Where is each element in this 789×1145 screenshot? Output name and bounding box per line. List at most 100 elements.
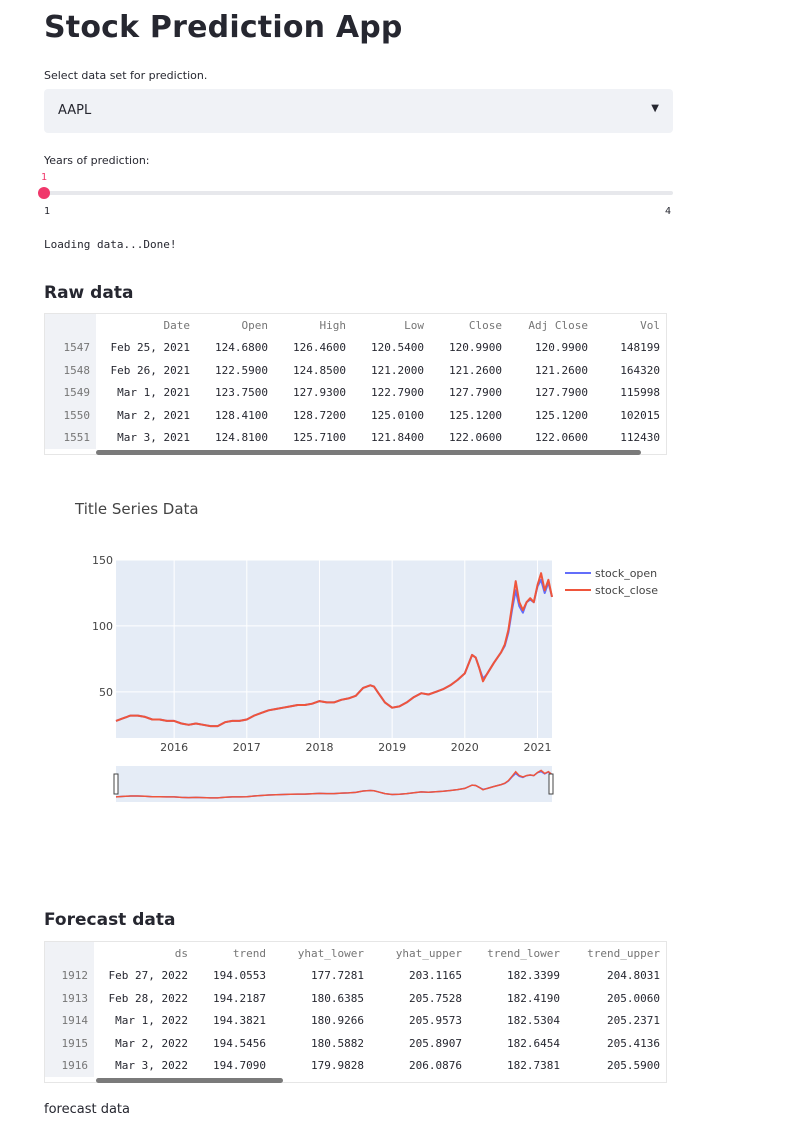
table-cell[interactable]: 125.1200 — [508, 404, 594, 427]
table-cell[interactable]: 205.0060 — [566, 987, 666, 1010]
table-cell[interactable]: Mar 3, 2021 — [96, 427, 196, 450]
column-header[interactable]: Close — [430, 314, 508, 337]
table-cell[interactable]: 122.7900 — [352, 382, 430, 405]
table-cell[interactable]: 204.8031 — [566, 965, 666, 988]
table-cell[interactable]: 194.5456 — [194, 1032, 272, 1055]
raw-data-table[interactable]: Date Open High Low Close Adj Close Vol 1547 Feb… — [44, 313, 667, 455]
table-cell[interactable]: 177.7281 — [272, 965, 370, 988]
table-row[interactable]: 1547 Feb 25, 2021 124.6800 126.4600 120.5400… — [45, 336, 666, 360]
table-cell[interactable]: 122.0600 — [430, 427, 508, 450]
raw-data-scrollbar[interactable] — [96, 450, 641, 455]
table-cell[interactable]: 121.8400 — [352, 427, 430, 450]
table-cell[interactable]: 182.7381 — [468, 1055, 566, 1078]
timeseries-chart[interactable]: 2016 2017 2018 2019 2020 2021 50 100 150 stock_o… — [0, 540, 789, 815]
table-cell[interactable]: 194.3821 — [194, 1010, 272, 1033]
table-cell[interactable]: 128.4100 — [196, 404, 274, 427]
table-cell[interactable]: 182.3399 — [468, 965, 566, 988]
table-row[interactable]: 1550 Mar 2, 2021 128.4100 128.7200 125.0100 1… — [45, 404, 666, 427]
table-cell[interactable]: 125.0100 — [352, 404, 430, 427]
column-header[interactable]: Open — [196, 314, 274, 337]
table-row[interactable]: 1913 Feb 28, 2022 194.2187 180.6385 205.7528… — [45, 987, 666, 1010]
table-cell[interactable]: 126.4600 — [274, 337, 352, 360]
table-cell[interactable]: 194.0553 — [194, 965, 272, 988]
table-cell[interactable]: 127.7900 — [508, 382, 594, 405]
column-header[interactable]: trend_upper — [566, 942, 666, 965]
table-cell[interactable]: 121.2600 — [508, 359, 594, 382]
table-cell[interactable]: 121.2600 — [430, 359, 508, 382]
column-header[interactable]: yhat_upper — [370, 942, 468, 965]
table-cell[interactable]: 206.0876 — [370, 1055, 468, 1078]
table-cell[interactable]: 120.9900 — [508, 337, 594, 360]
table-cell[interactable]: 112430 — [594, 427, 666, 450]
table-cell[interactable]: 102015 — [594, 404, 666, 427]
stock-select[interactable]: AAPL ▼ — [44, 89, 673, 133]
table-cell[interactable]: 127.9300 — [274, 382, 352, 405]
table-cell[interactable]: Mar 2, 2021 — [96, 404, 196, 427]
table-cell[interactable]: 205.4136 — [566, 1032, 666, 1055]
table-cell[interactable]: 182.6454 — [468, 1032, 566, 1055]
table-cell[interactable]: 182.4190 — [468, 987, 566, 1010]
table-cell[interactable]: 182.5304 — [468, 1010, 566, 1033]
table-row[interactable]: 1549 Mar 1, 2021 123.7500 127.9300 122.7900 1… — [45, 381, 666, 405]
table-cell[interactable]: 122.0600 — [508, 427, 594, 450]
table-cell[interactable]: Mar 2, 2022 — [94, 1032, 194, 1055]
table-row[interactable]: 1912 Feb 27, 2022 194.0553 177.7281 203.1165… — [45, 964, 666, 988]
forecast-scrollbar[interactable] — [96, 1078, 283, 1083]
table-cell[interactable]: 205.8907 — [370, 1032, 468, 1055]
table-row[interactable]: 1548 Feb 26, 2021 122.5900 124.8500 121.2000… — [45, 359, 666, 382]
table-cell[interactable]: 148199 — [594, 337, 666, 360]
table-cell[interactable]: 180.6385 — [272, 987, 370, 1010]
table-cell[interactable]: 179.9828 — [272, 1055, 370, 1078]
column-header[interactable]: ds — [94, 942, 194, 965]
table-cell[interactable]: Feb 25, 2021 — [96, 337, 196, 360]
table-cell[interactable]: 128.7200 — [274, 404, 352, 427]
table-cell[interactable]: 124.8500 — [274, 359, 352, 382]
table-cell[interactable]: Mar 3, 2022 — [94, 1055, 194, 1078]
table-cell[interactable]: 194.7090 — [194, 1055, 272, 1078]
table-cell[interactable]: 122.5900 — [196, 359, 274, 382]
table-row[interactable]: 1916 Mar 3, 2022 194.7090 179.9828 206.0876 1… — [45, 1054, 666, 1078]
table-row[interactable]: 1915 Mar 2, 2022 194.5456 180.5882 205.8907 1… — [45, 1032, 666, 1055]
table-cell[interactable]: 124.6800 — [196, 337, 274, 360]
table-cell[interactable]: 205.2371 — [566, 1010, 666, 1033]
table-cell[interactable]: Feb 27, 2022 — [94, 965, 194, 988]
forecast-table[interactable]: ds trend yhat_lower yhat_upper trend_lower tr… — [44, 941, 667, 1083]
column-header[interactable]: Adj Close — [508, 314, 594, 337]
table-cell[interactable]: 123.7500 — [196, 382, 274, 405]
table-cell[interactable]: 164320 — [594, 359, 666, 382]
table-cell[interactable]: 180.5882 — [272, 1032, 370, 1055]
table-cell[interactable]: Mar 1, 2021 — [96, 382, 196, 405]
legend-item-stock-close[interactable]: stock_close — [595, 584, 658, 597]
years-slider-track[interactable] — [44, 191, 673, 195]
column-header[interactable]: High — [274, 314, 352, 337]
table-cell[interactable]: 203.1165 — [370, 965, 468, 988]
table-cell[interactable]: 205.5900 — [566, 1055, 666, 1078]
column-header[interactable]: Low — [352, 314, 430, 337]
column-header[interactable]: yhat_lower — [272, 942, 370, 965]
legend-item-stock-open[interactable]: stock_open — [595, 567, 657, 580]
column-header[interactable]: trend — [194, 942, 272, 965]
table-cell[interactable]: Feb 28, 2022 — [94, 987, 194, 1010]
column-header[interactable]: trend_lower — [468, 942, 566, 965]
table-cell[interactable]: 127.7900 — [430, 382, 508, 405]
range-slider[interactable] — [116, 766, 552, 802]
table-cell[interactable]: 120.5400 — [352, 337, 430, 360]
column-header[interactable]: Date — [96, 314, 196, 337]
table-cell[interactable]: 124.8100 — [196, 427, 274, 450]
table-cell[interactable]: Mar 1, 2022 — [94, 1010, 194, 1033]
range-slider-left-handle[interactable] — [113, 773, 119, 795]
table-cell[interactable]: 125.7100 — [274, 427, 352, 450]
table-cell[interactable]: 120.9900 — [430, 337, 508, 360]
table-cell[interactable]: 205.9573 — [370, 1010, 468, 1033]
column-header[interactable]: Vol — [594, 314, 666, 337]
table-cell[interactable]: 194.2187 — [194, 987, 272, 1010]
years-slider-thumb[interactable] — [38, 187, 50, 199]
table-cell[interactable]: Feb 26, 2021 — [96, 359, 196, 382]
table-cell[interactable]: 121.2000 — [352, 359, 430, 382]
table-cell[interactable]: 115998 — [594, 382, 666, 405]
table-cell[interactable]: 180.9266 — [272, 1010, 370, 1033]
table-cell[interactable]: 205.7528 — [370, 987, 468, 1010]
table-row[interactable]: 1914 Mar 1, 2022 194.3821 180.9266 205.9573 1… — [45, 1009, 666, 1033]
table-row[interactable]: 1551 Mar 3, 2021 124.8100 125.7100 121.8400 1… — [45, 426, 666, 450]
range-slider-right-handle[interactable] — [548, 773, 554, 795]
